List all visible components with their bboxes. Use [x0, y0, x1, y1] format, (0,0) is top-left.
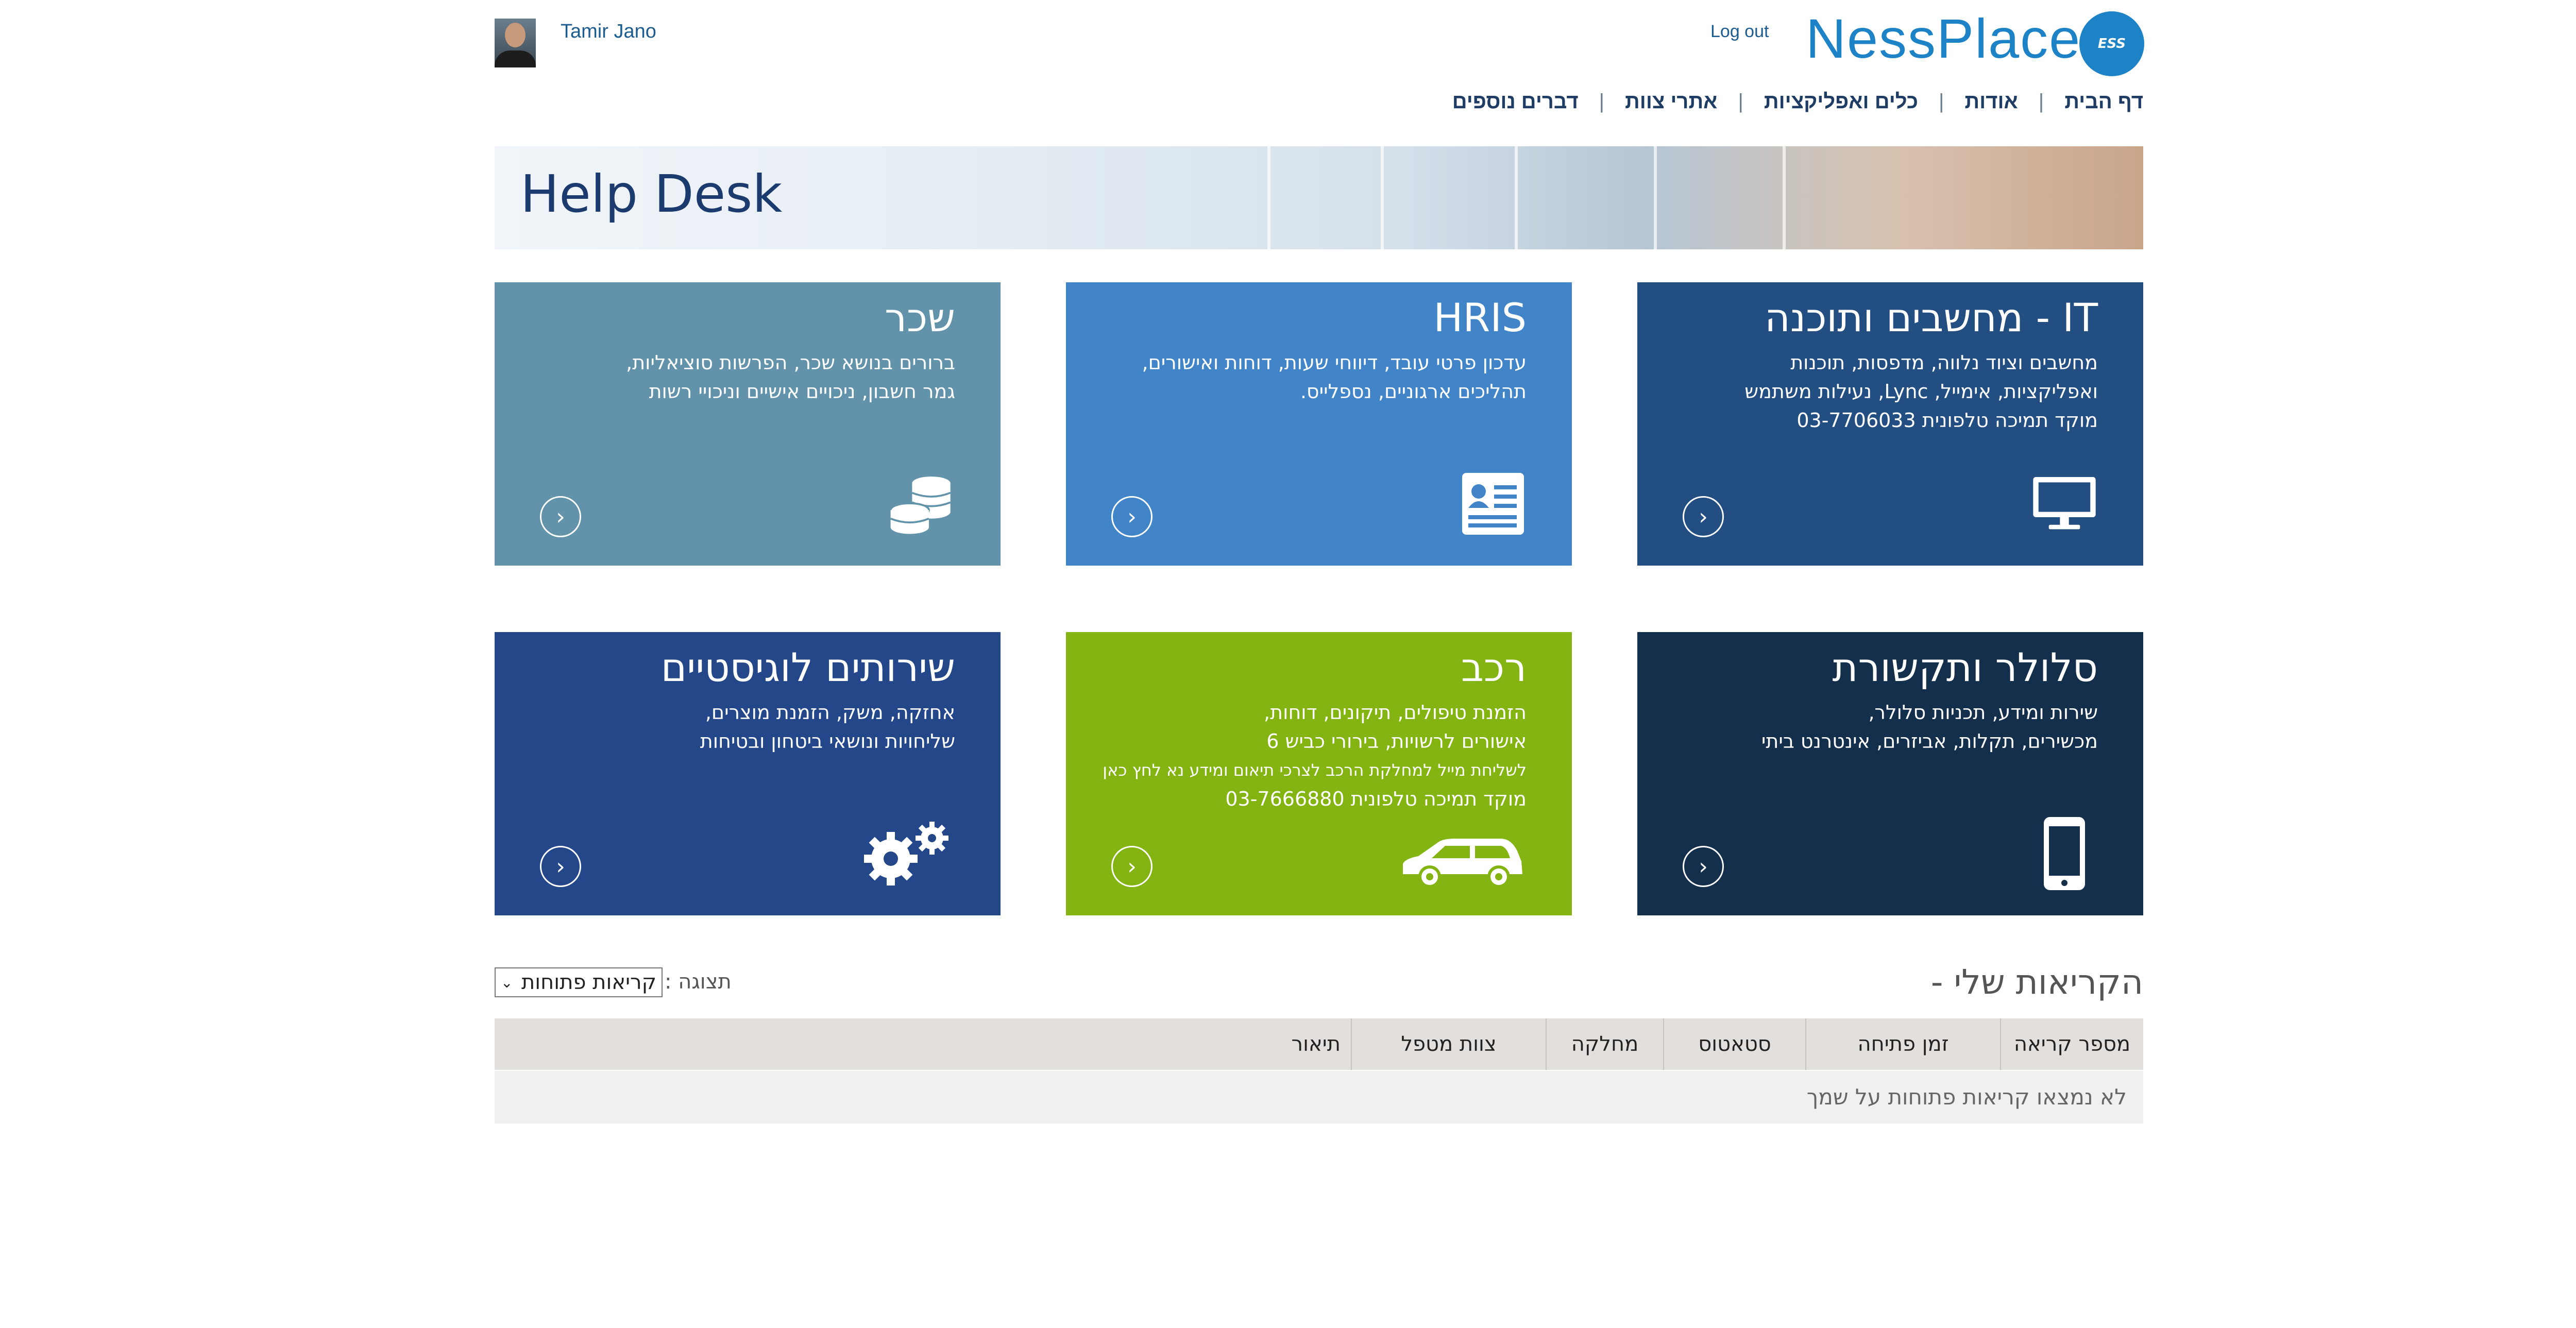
- nav-more[interactable]: דברים נוספים: [1452, 90, 1579, 113]
- chevron-left-icon[interactable]: ‹: [540, 846, 581, 887]
- chevron-left-icon[interactable]: ‹: [1683, 496, 1724, 537]
- main-nav: דף הבית | אודות | כלים ואפליקציות | אתרי…: [1452, 90, 2143, 113]
- column-header[interactable]: מחלקה: [1546, 1018, 1663, 1070]
- tile-title: סלולר ותקשורת: [1832, 644, 2098, 690]
- column-header[interactable]: מספר קריאה: [2000, 1018, 2143, 1070]
- nav-home[interactable]: דף הבית: [2064, 90, 2143, 113]
- nav-divider: |: [2038, 90, 2044, 113]
- chevron-left-icon[interactable]: ‹: [540, 496, 581, 537]
- chevron-down-icon: ⌄: [501, 974, 513, 991]
- calls-table-header: מספר קריאה זמן פתיחה סטאטוס מחלקה צוות מ…: [495, 1018, 2143, 1070]
- user-name: Tamir Jano: [561, 21, 656, 42]
- chevron-left-icon[interactable]: ‹: [1111, 496, 1153, 537]
- tile-title: HRIS: [1433, 295, 1527, 340]
- chevron-left-icon[interactable]: ‹: [1683, 846, 1724, 887]
- empty-calls-message: לא נמצאו קריאות פתוחות על שמך: [495, 1071, 2143, 1123]
- column-header[interactable]: תיאור: [495, 1018, 1351, 1070]
- tile-hris[interactable]: HRIS עדכון פרטי עובד, דיווחי שעות, דוחות…: [1066, 282, 1572, 566]
- car-icon: [1398, 830, 1527, 897]
- nav-divider: |: [1938, 90, 1944, 113]
- id-card-icon: [1460, 470, 1527, 537]
- nav-about[interactable]: אודות: [1964, 90, 2018, 113]
- chevron-left-icon[interactable]: ‹: [1111, 846, 1153, 887]
- nav-tools-apps[interactable]: כלים ואפליקציות: [1764, 90, 1918, 113]
- tile-description: הזמנת טיפולים, תיקונים, דוחות, אישורים ל…: [1103, 701, 1527, 810]
- tile-description: שירות ומידע, תכניות סלולר, מכשירים, תקלו…: [1761, 701, 2098, 753]
- tile-description: מחשבים וציוד נלווה, מדפסות, תוכנות ואפלי…: [1744, 351, 2098, 432]
- tile-car[interactable]: רכב הזמנת טיפולים, תיקונים, דוחות, אישור…: [1066, 632, 1572, 915]
- tile-cellular[interactable]: סלולר ותקשורת שירות ומידע, תכניות סלולר,…: [1637, 632, 2143, 915]
- nav-team-sites[interactable]: אתרי צוות: [1625, 90, 1717, 113]
- tile-description: ברורים בנושא שכר, הפרשות סוציאליות, גמר …: [626, 351, 955, 403]
- mobile-phone-icon: [2031, 817, 2098, 890]
- view-label: תצוגה :: [665, 970, 732, 994]
- tile-title: רכב: [1461, 644, 1527, 690]
- tile-description: אחזקה, משק, הזמנת מוצרים, שליחויות ונושא…: [700, 701, 955, 753]
- tile-salary[interactable]: שכר ברורים בנושא שכר, הפרשות סוציאליות, …: [495, 282, 1001, 566]
- user-avatar: [495, 19, 536, 67]
- gears-icon: [862, 820, 955, 887]
- view-select[interactable]: קריאות פתוחות ⌄: [495, 967, 663, 997]
- car-email-link[interactable]: לשליחת מייל למחלקת הרכב לצרכי תיאום ומיד…: [1103, 756, 1527, 785]
- coins-icon: [888, 470, 955, 537]
- column-header[interactable]: סטאטוס: [1663, 1018, 1805, 1070]
- nessplace-logo-text[interactable]: NessPlace: [1806, 6, 2081, 71]
- nav-divider: |: [1738, 90, 1743, 113]
- tile-description: עדכון פרטי עובד, דיווחי שעות, דוחות ואיש…: [1142, 351, 1527, 403]
- tile-logistics[interactable]: שירותים לוגיסטיים אחזקה, משק, הזמנת מוצר…: [495, 632, 1001, 915]
- tile-title: שירותים לוגיסטיים: [660, 644, 955, 690]
- tile-title: שכר: [885, 295, 955, 340]
- column-header[interactable]: צוות מטפל: [1351, 1018, 1546, 1070]
- ness-logo-icon[interactable]: ESS: [2079, 11, 2144, 76]
- my-calls-title: הקריאות שלי -: [1930, 962, 2143, 1002]
- monitor-icon: [2031, 470, 2098, 537]
- page-title: Help Desk: [520, 164, 783, 224]
- column-header[interactable]: זמן פתיחה: [1805, 1018, 2000, 1070]
- nav-divider: |: [1599, 90, 1605, 113]
- view-select-value: קריאות פתוחות: [521, 971, 656, 994]
- tile-title: IT - מחשבים ותוכנה: [1765, 295, 2098, 340]
- tile-it[interactable]: IT - מחשבים ותוכנה מחשבים וציוד נלווה, מ…: [1637, 282, 2143, 566]
- logout-link[interactable]: Log out: [1710, 22, 1769, 42]
